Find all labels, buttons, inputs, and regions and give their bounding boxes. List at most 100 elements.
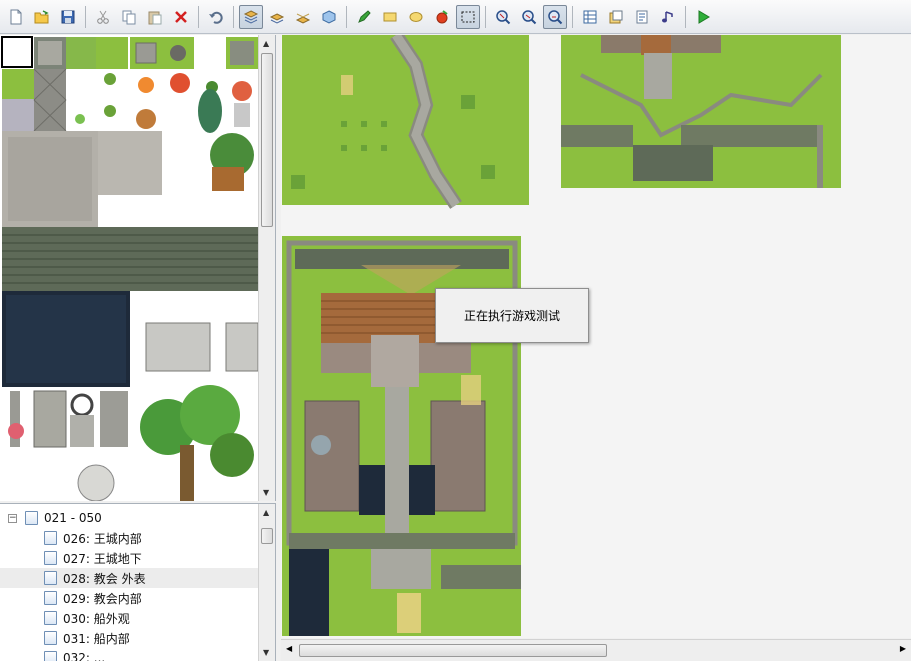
tree-item[interactable]: 031: 船内部: [0, 628, 275, 648]
tree-item[interactable]: 027: 王城地下: [0, 548, 275, 568]
copy-button[interactable]: [117, 5, 141, 29]
materials-icon: [609, 10, 623, 23]
tree-group-label: 021 - 050: [44, 511, 102, 525]
new-button[interactable]: [4, 5, 28, 29]
zoom-1-button[interactable]: [491, 5, 515, 29]
zoom-2-button[interactable]: [517, 5, 541, 29]
layer2-icon: [269, 12, 285, 24]
tree-item-label: 027: 王城地下: [63, 551, 142, 566]
database-icon: [583, 10, 597, 23]
zoom-4-icon: [548, 9, 563, 24]
scroll-right-icon[interactable]: ▶: [900, 644, 906, 653]
tileset-palette[interactable]: ▲ ▼: [0, 35, 276, 501]
tree-item[interactable]: 032: ...: [0, 648, 275, 661]
map-icon: [44, 651, 57, 661]
scroll-down-icon[interactable]: ▼: [263, 488, 269, 497]
layer3-icon: [295, 13, 311, 24]
new-icon: [10, 9, 22, 24]
toolbar-separator: [685, 5, 686, 28]
delete-button[interactable]: [169, 5, 193, 29]
zoom-1-icon: [496, 9, 511, 24]
toolbar-separator: [485, 5, 486, 28]
sound-icon: [662, 10, 673, 22]
layer1-button[interactable]: [239, 4, 263, 29]
event-layer-button[interactable]: [317, 5, 341, 29]
paste-button[interactable]: [143, 5, 167, 29]
map-icon: [44, 611, 57, 625]
cut-button[interactable]: [91, 5, 115, 29]
tree-item[interactable]: 026: 王城内部: [0, 528, 275, 548]
pencil-button[interactable]: [352, 5, 376, 29]
sound-button[interactable]: [656, 5, 680, 29]
scroll-up-icon[interactable]: ▲: [263, 39, 269, 48]
tree-item-label: 032: ...: [63, 651, 106, 661]
delete-icon: [175, 10, 187, 23]
toolbar: [0, 0, 911, 34]
toolbar-separator: [346, 5, 347, 28]
select-icon: [461, 11, 475, 22]
layer1-icon: [243, 9, 259, 24]
zoom-2-icon: [522, 9, 537, 24]
map-icon: [44, 591, 57, 605]
open-button[interactable]: [30, 5, 54, 29]
save-icon: [61, 10, 75, 23]
scroll-up-icon[interactable]: ▲: [263, 508, 269, 517]
paste-icon: [148, 11, 162, 24]
toolbar-separator: [233, 5, 234, 28]
tree-item[interactable]: 030: 船外观: [0, 608, 275, 628]
playtest-dialog: 正在执行游戏测试: [435, 288, 589, 343]
tileset-image[interactable]: [0, 35, 259, 501]
tree-item-label: 030: 船外观: [63, 611, 130, 626]
map-tree[interactable]: − 021 - 050 026: 王城内部 027: 王城地下 028: 教会 …: [0, 503, 276, 661]
database-button[interactable]: [578, 5, 602, 29]
zoom-4-button[interactable]: [543, 4, 567, 29]
script-icon: [636, 10, 648, 23]
scroll-down-icon[interactable]: ▼: [263, 648, 269, 657]
toolbar-separator: [85, 5, 86, 28]
fill-button[interactable]: [430, 5, 454, 29]
layer2-button[interactable]: [265, 5, 289, 29]
palette-scrollbar[interactable]: ▲ ▼: [258, 35, 275, 501]
play-icon: [698, 9, 710, 24]
tree-scrollbar[interactable]: ▲ ▼: [258, 504, 275, 661]
tree-item-label: 026: 王城内部: [63, 531, 142, 546]
pencil-icon: [358, 9, 371, 23]
undo-button[interactable]: [204, 5, 228, 29]
rectangle-icon: [383, 12, 397, 21]
ellipse-button[interactable]: [404, 5, 428, 29]
playtest-message: 正在执行游戏测试: [463, 309, 560, 323]
rectangle-button[interactable]: [378, 5, 402, 29]
tree-item[interactable]: 029: 教会内部: [0, 588, 275, 608]
materials-button[interactable]: [604, 5, 628, 29]
cut-icon: [97, 10, 109, 24]
toolbar-separator: [572, 5, 573, 28]
script-button[interactable]: [630, 5, 654, 29]
open-icon: [34, 9, 49, 23]
map-icon: [25, 511, 38, 525]
map-canvas[interactable]: [281, 35, 911, 638]
undo-icon: [209, 11, 223, 24]
palette-scroll-thumb[interactable]: [261, 53, 273, 227]
tree-item-selected[interactable]: 028: 教会 外表: [0, 568, 275, 588]
ellipse-icon: [409, 11, 423, 22]
copy-icon: [122, 10, 136, 24]
map-icon: [44, 631, 57, 645]
map-icon: [44, 571, 57, 585]
save-button[interactable]: [56, 5, 80, 29]
event-layer-icon: [322, 9, 336, 24]
map-icon: [44, 531, 57, 545]
tree-group[interactable]: − 021 - 050: [0, 508, 275, 528]
play-button[interactable]: [691, 5, 715, 29]
layer3-button[interactable]: [291, 5, 315, 29]
map-icon: [44, 551, 57, 565]
collapse-icon[interactable]: −: [8, 513, 17, 523]
select-button[interactable]: [456, 4, 480, 29]
tree-scroll-thumb[interactable]: [261, 528, 273, 544]
map-horizontal-scrollbar[interactable]: ◀ ▶: [281, 639, 911, 661]
map-view[interactable]: [281, 35, 911, 638]
map-scroll-thumb[interactable]: [299, 644, 607, 657]
tree-item-label: 031: 船内部: [63, 631, 130, 646]
scroll-left-icon[interactable]: ◀: [286, 644, 292, 653]
tree-item-label: 029: 教会内部: [63, 591, 142, 606]
toolbar-separator: [198, 5, 199, 28]
